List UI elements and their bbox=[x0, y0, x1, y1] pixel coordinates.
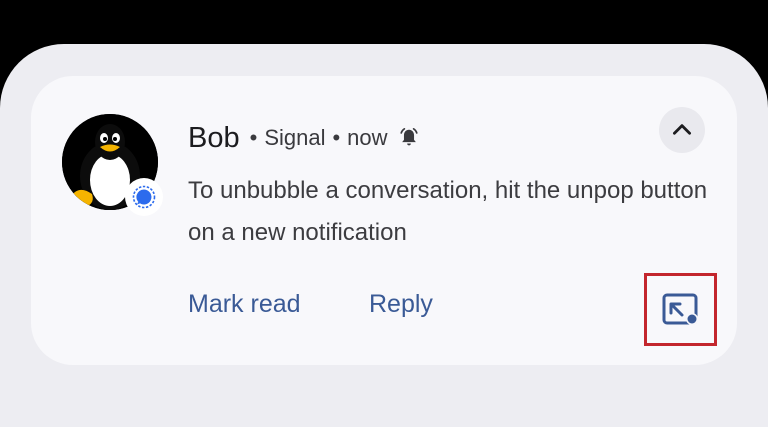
app-name: Signal bbox=[264, 125, 326, 150]
mark-read-button[interactable]: Mark read bbox=[188, 290, 301, 319]
notification-message: To unbubble a conversation, hit the unpo… bbox=[188, 177, 708, 246]
separator-dot: • bbox=[249, 125, 258, 150]
unpop-button[interactable] bbox=[644, 273, 717, 346]
chevron-up-icon bbox=[673, 124, 691, 135]
notification-header: Bob • Signal • now bbox=[188, 118, 420, 158]
timestamp: now bbox=[347, 125, 388, 150]
bell-ringing-icon bbox=[398, 127, 420, 149]
signal-chat-icon bbox=[132, 185, 156, 209]
app-badge bbox=[125, 178, 163, 216]
reply-button[interactable]: Reply bbox=[369, 290, 433, 319]
separator-dot: • bbox=[332, 125, 341, 150]
sender-name: Bob bbox=[188, 121, 240, 154]
unpop-bubble-icon bbox=[662, 293, 698, 325]
collapse-button[interactable] bbox=[659, 107, 705, 153]
